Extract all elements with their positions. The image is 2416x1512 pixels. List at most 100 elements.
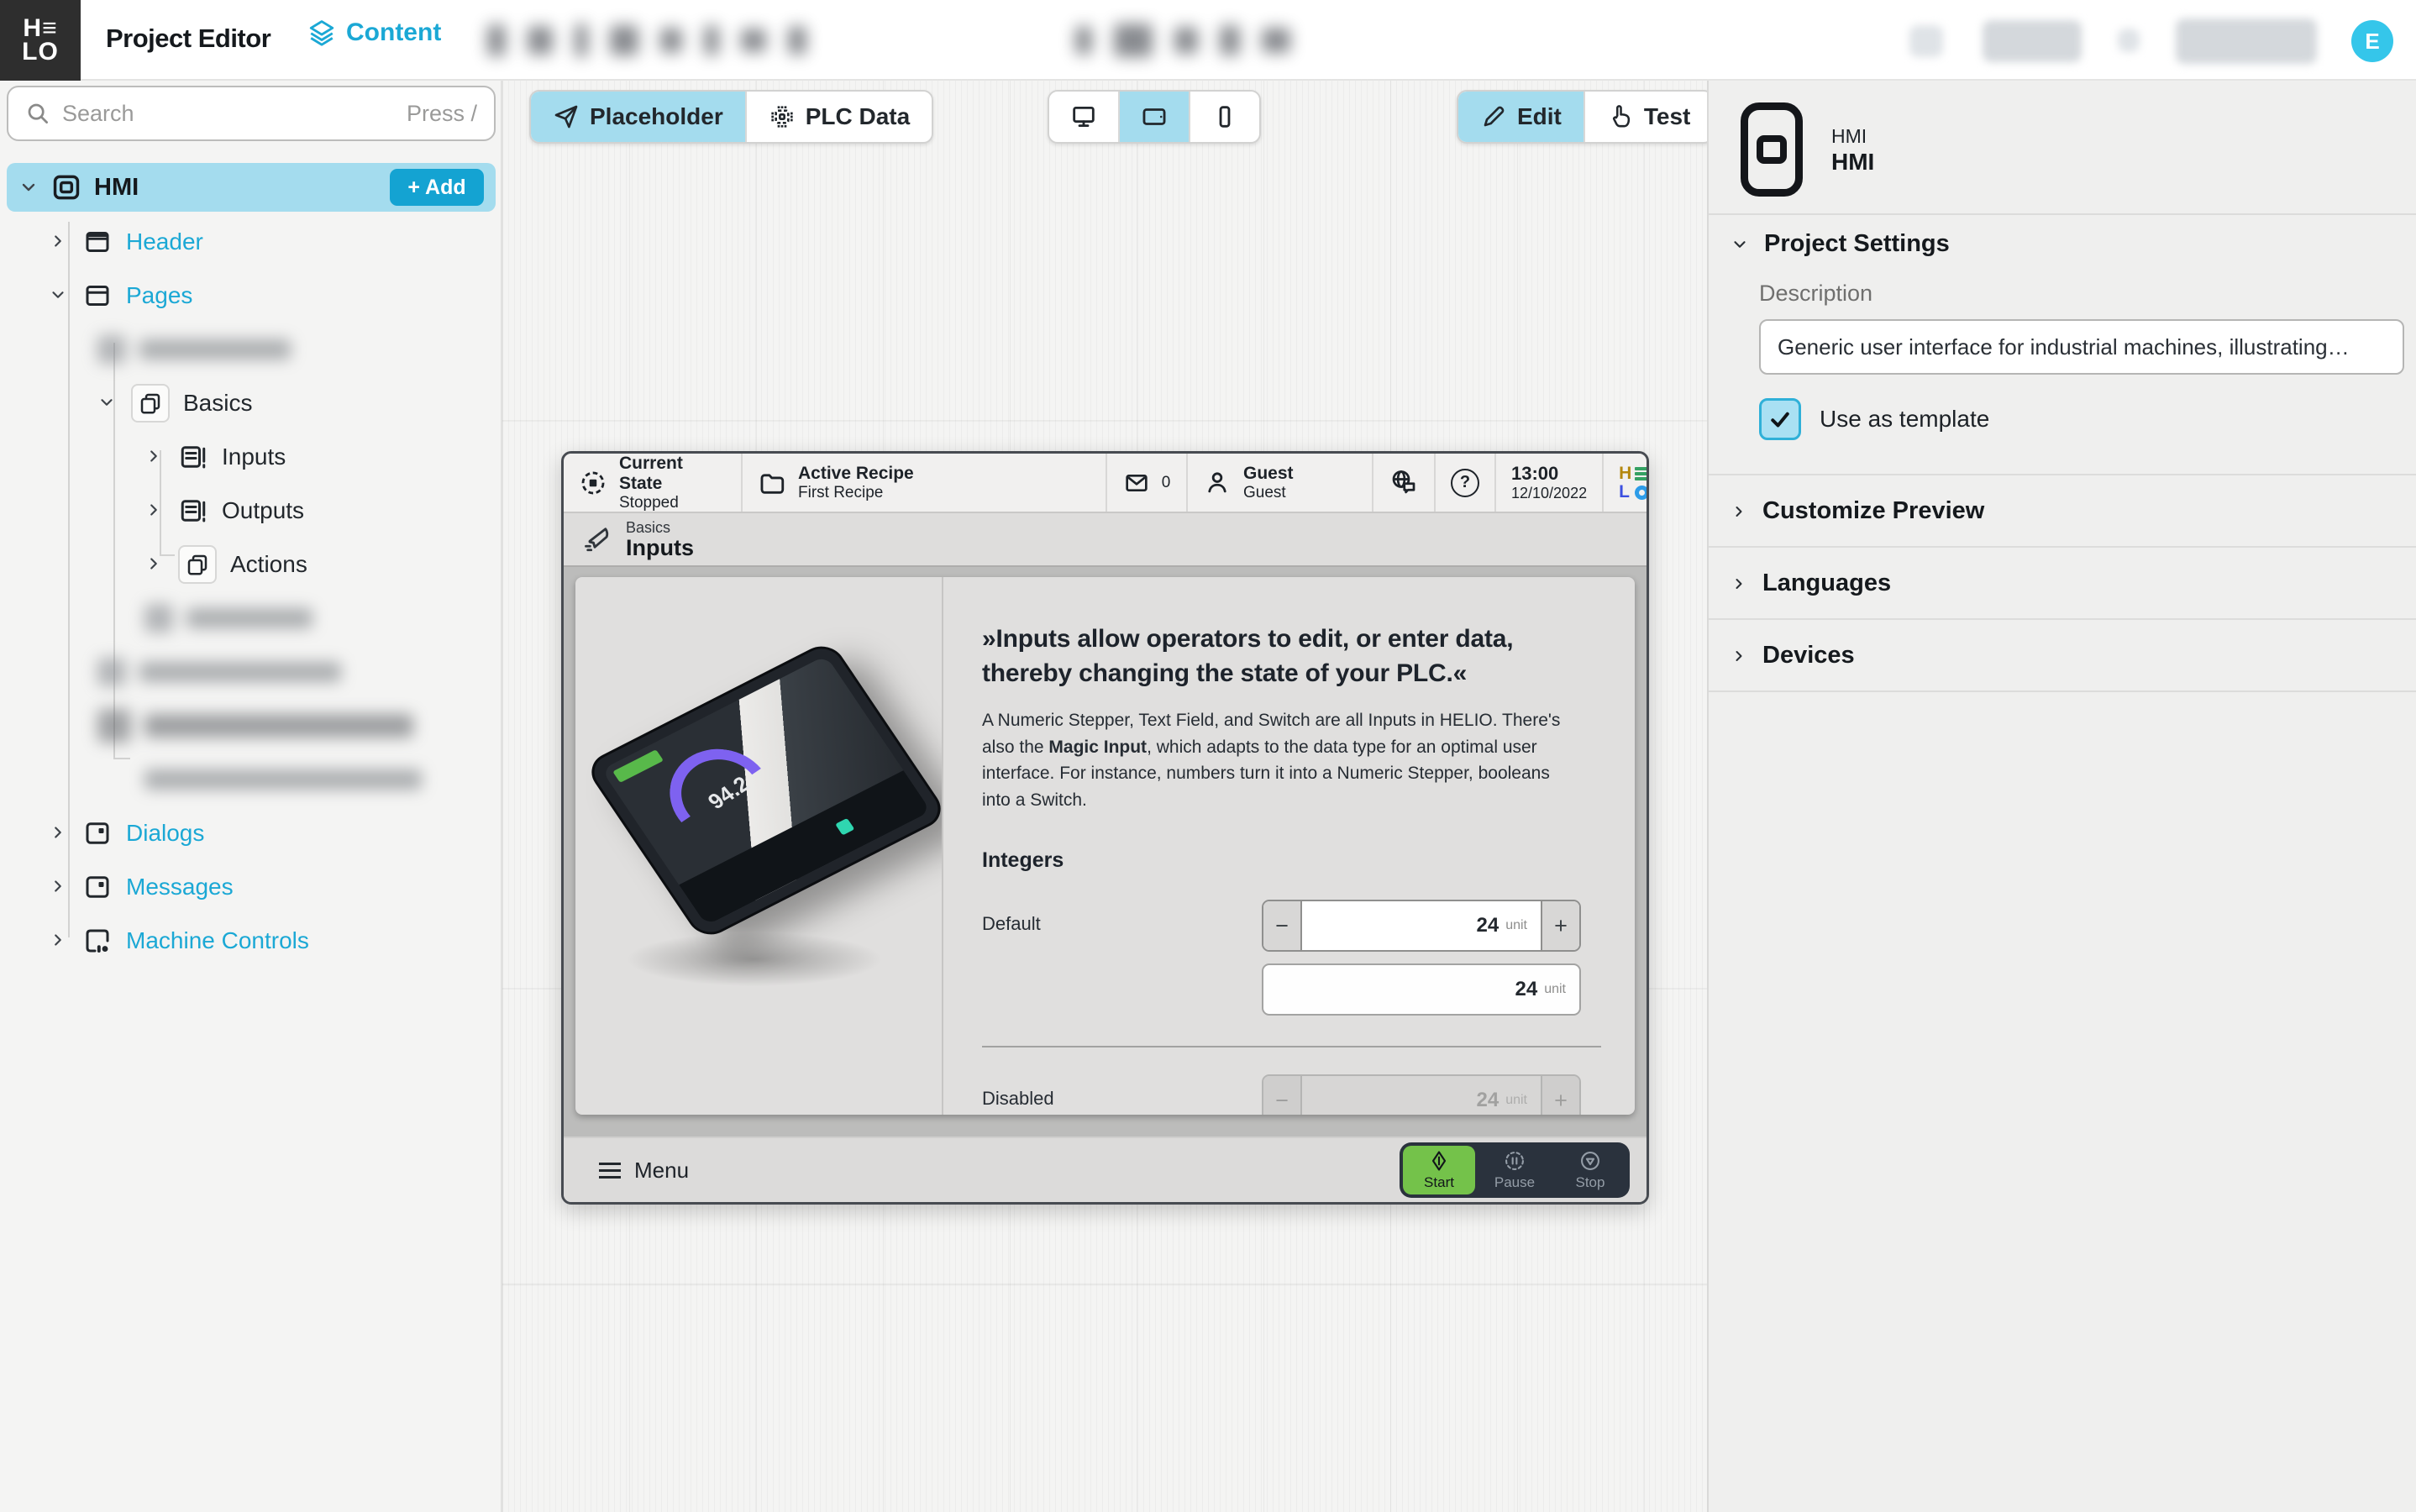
sidebar-item-redacted[interactable] [0,648,502,696]
sidebar-item-redacted[interactable] [0,595,502,642]
numeric-stepper: − 24 unit + [1262,900,1581,952]
chevron-right-icon[interactable] [49,823,69,843]
sidebar-item-redacted[interactable] [0,326,502,373]
menu-button[interactable]: Menu [599,1158,689,1184]
toggle-plc-data-label: PLC Data [806,103,910,130]
sidebar-item-outputs[interactable]: Outputs [0,487,502,534]
use-as-template-label: Use as template [1820,406,1989,433]
tree-label: Header [126,228,203,255]
rocket-icon [582,524,612,554]
tablet-icon [1140,102,1169,131]
redacted-menu-items-2 [1075,15,1290,66]
pause-button[interactable]: Pause [1478,1146,1551,1194]
section-customize-preview[interactable]: Customize Preview [1731,497,1984,525]
dialog-icon [82,872,113,902]
active-recipe-cell[interactable]: Active Recipe First Recipe [743,454,1107,512]
stepper-plus-button[interactable]: + [1541,901,1579,950]
dialog-icon [82,818,113,848]
sidebar-item-pages[interactable]: Pages [0,272,502,319]
stepper-value-field: 24 unit [1302,1076,1541,1115]
sidebar-item-messages[interactable]: Messages [0,864,502,911]
chevron-right-icon[interactable] [49,232,69,252]
tree-label: Dialogs [126,820,204,847]
edit-mode-label: Edit [1517,103,1562,130]
field-label: Default [982,900,1041,935]
section-project-settings[interactable]: Project Settings [1731,230,1950,258]
toggle-plc-data[interactable]: PLC Data [747,92,932,142]
quote-heading: »Inputs allow operators to edit, or ente… [982,622,1536,690]
current-state-cell[interactable]: Current State Stopped [564,454,743,512]
field-label: Disabled [982,1074,1054,1110]
messages-count: 0 [1162,474,1171,492]
chevron-right-icon[interactable] [144,501,165,521]
logo-line-2: LO [22,40,59,64]
start-button[interactable]: Start [1403,1146,1475,1194]
user-value: Guest [1243,484,1294,502]
avatar[interactable]: E [2351,20,2393,62]
sidebar-item-redacted[interactable] [0,702,502,749]
chevron-right-icon[interactable] [144,447,165,467]
messages-cell[interactable]: 0 [1107,454,1188,512]
chevron-down-icon[interactable] [97,393,118,413]
divider [1709,213,2416,215]
help-cell[interactable]: ? [1436,454,1496,512]
numeric-stepper-disabled: − 24 unit + [1262,1074,1581,1115]
chip-icon [769,103,796,130]
placeholder-icon [553,103,580,130]
phone-toggle[interactable] [1190,92,1259,142]
chevron-down-icon[interactable] [49,286,69,306]
body-paragraph: A Numeric Stepper, Text Field, and Switc… [982,707,1578,813]
desktop-icon [1069,102,1098,131]
search-box[interactable]: Press / [7,86,496,141]
tree-label: Actions [230,551,307,578]
sidebar-item-actions[interactable]: Actions [0,541,502,588]
phone-icon [1211,102,1239,131]
description-input[interactable] [1759,319,2404,375]
preview-bottom-bar: Menu Start Pa [564,1137,1647,1202]
edit-mode-toggle[interactable]: Edit [1458,92,1585,142]
section-languages[interactable]: Languages [1731,570,1891,597]
chevron-down-icon[interactable] [18,177,39,197]
tree-label: Pages [126,282,192,309]
logo-line-1: H≡ [23,17,57,40]
menu-label: Menu [634,1158,689,1184]
section-devices[interactable]: Devices [1731,642,1855,669]
inspector-type-label: HMI [1831,123,1874,149]
chevron-right-icon[interactable] [49,877,69,897]
machine-controls-icon [82,926,113,956]
test-mode-toggle[interactable]: Test [1585,92,1713,142]
stop-button[interactable]: Stop [1554,1146,1626,1194]
sidebar-item-basics[interactable]: Basics [0,380,502,427]
tablet-photo: 94.2 [583,639,943,942]
redacted-icon [1909,25,1943,57]
sidebar-item-machine-controls[interactable]: Machine Controls [0,917,502,964]
chevron-right-icon[interactable] [144,554,165,575]
toggle-placeholder[interactable]: Placeholder [531,92,747,142]
current-state-value: Stopped [619,494,726,512]
machine-run-controls: Start Pause Stop [1400,1142,1630,1198]
desktop-toggle[interactable] [1049,92,1120,142]
sidebar-item-header[interactable]: Header [0,218,502,265]
tablet-toggle[interactable] [1120,92,1190,142]
user-cell[interactable]: Guest Guest [1188,454,1373,512]
add-button[interactable]: + Add [390,169,484,206]
chevron-right-icon[interactable] [49,931,69,951]
current-state-title: Current State [619,454,726,494]
stepper-value-field[interactable]: 24 unit [1302,901,1541,950]
chevron-right-icon [1731,648,1747,664]
sidebar-item-dialogs[interactable]: Dialogs [0,810,502,857]
sidebar-item-inputs[interactable]: Inputs [0,433,502,480]
section-label: Languages [1762,570,1891,597]
hmi-preview-device: Current State Stopped Active Recipe Firs… [561,451,1649,1205]
page-group-icon [178,545,217,584]
number-field[interactable]: 24 unit [1262,963,1581,1016]
use-as-template-checkbox[interactable] [1759,398,1801,440]
envelope-icon [1123,470,1150,496]
nav-tab-content[interactable]: Content [307,18,441,47]
stepper-minus-button[interactable]: − [1263,901,1302,950]
language-cell[interactable] [1373,454,1436,512]
sidebar-item-redacted[interactable] [0,756,502,803]
search-input[interactable] [62,101,395,127]
breadcrumb: Basics [626,519,694,536]
sidebar-item-hmi-root[interactable]: HMI + Add [7,163,496,212]
